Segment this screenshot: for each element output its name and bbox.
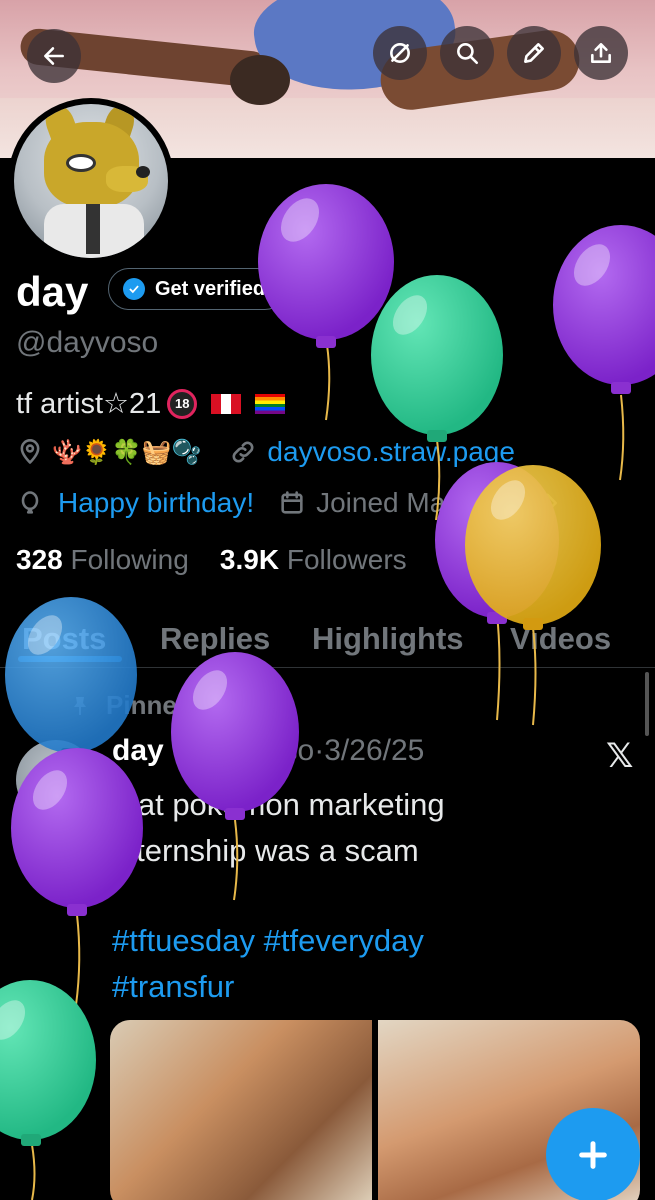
get-verified-button[interactable]: Get verified [108, 268, 287, 310]
calendar-icon [281, 491, 303, 514]
balloon-icon [21, 491, 39, 514]
joined-date: Joined May 2020 [316, 487, 530, 518]
active-tab-indicator [18, 656, 122, 662]
birthday-link[interactable]: Happy birthday! [58, 487, 254, 519]
plus-icon [579, 1141, 607, 1169]
post-text-line: that pokemon marketing [112, 787, 445, 822]
birthday-row: Happy birthday! Joined May 2020 [16, 487, 565, 519]
x-logo-icon[interactable]: 𝕏 [606, 736, 633, 776]
share-icon [591, 43, 611, 63]
back-button[interactable] [27, 29, 81, 83]
balloon-green [371, 275, 503, 521]
tab-highlights[interactable]: Highlights [312, 610, 464, 668]
post-separator: · [314, 734, 325, 767]
post-author-name[interactable]: day [112, 734, 164, 767]
avatar-nose [136, 166, 150, 178]
search-button[interactable] [440, 26, 494, 80]
pencil-icon [524, 43, 544, 63]
post-text-line: internship was a scam [112, 833, 419, 868]
pin-icon [74, 696, 86, 715]
profile-handle: @dayvoso [16, 326, 159, 359]
balloon-purple [553, 225, 655, 481]
share-button[interactable] [574, 26, 628, 80]
adult-badge-icon: 18 [167, 388, 198, 419]
scrollbar-thumb[interactable] [645, 672, 649, 736]
post-media-image[interactable] [110, 1020, 372, 1200]
balloon-green [0, 980, 96, 1200]
following-link[interactable]: 328 Following [16, 544, 189, 575]
edit-button[interactable] [507, 26, 561, 80]
bio-text: tf artist☆21 [16, 388, 162, 420]
location-pin-icon [20, 439, 40, 464]
post-header: day @dayvoso·3/26/25 [112, 734, 424, 768]
profile-bio: tf artist☆21 18 [16, 386, 286, 421]
following-count: 328 [16, 544, 63, 575]
post-author-handle[interactable]: @dayvoso [172, 734, 314, 767]
website-link[interactable]: dayvoso.straw.page [267, 436, 515, 468]
banner-figure-head [230, 55, 290, 105]
followers-label: Followers [286, 544, 407, 575]
followers-count: 3.9K [219, 544, 280, 575]
location-row: 🪸🌻🍀🧺🫧 dayvoso.straw.page [16, 436, 515, 468]
pinned-label: Pinned [106, 690, 193, 720]
search-icon [457, 43, 479, 65]
back-arrow-icon [44, 47, 64, 65]
avatar-eye [66, 154, 96, 172]
pinned-indicator: Pinned [68, 690, 193, 721]
chevron-right-icon[interactable] [537, 489, 565, 517]
mute-button[interactable] [373, 26, 427, 80]
hashtag-line[interactable]: #transfur [112, 964, 632, 1010]
tab-replies[interactable]: Replies [160, 610, 270, 668]
tab-videos[interactable]: Videos [510, 610, 611, 668]
display-name: day [16, 268, 89, 315]
post-text: that pokemon marketing internship was a … [112, 782, 632, 874]
circle-slash-icon [390, 43, 410, 63]
pride-flag-icon [255, 393, 286, 414]
get-verified-label: Get verified [155, 277, 266, 300]
profile-avatar[interactable] [8, 98, 174, 264]
post-hashtags: #tftuesday #tfeveryday #transfur [112, 918, 632, 1010]
post-date[interactable]: 3/26/25 [324, 734, 424, 767]
location-emojis: 🪸🌻🍀🧺🫧 [52, 438, 202, 466]
avatar-tie [86, 204, 100, 254]
followers-link[interactable]: 3.9K Followers [220, 544, 407, 575]
follow-counts: 328 Following 3.9K Followers [16, 544, 407, 576]
following-label: Following [70, 544, 189, 575]
post-author-avatar[interactable] [16, 740, 96, 820]
peru-flag-icon [211, 393, 242, 414]
compose-post-button[interactable] [546, 1108, 640, 1200]
verified-badge-icon [123, 278, 145, 300]
avatar-image [14, 104, 168, 258]
link-icon [232, 441, 254, 463]
hashtag-line[interactable]: #tftuesday #tfeveryday [112, 918, 632, 964]
